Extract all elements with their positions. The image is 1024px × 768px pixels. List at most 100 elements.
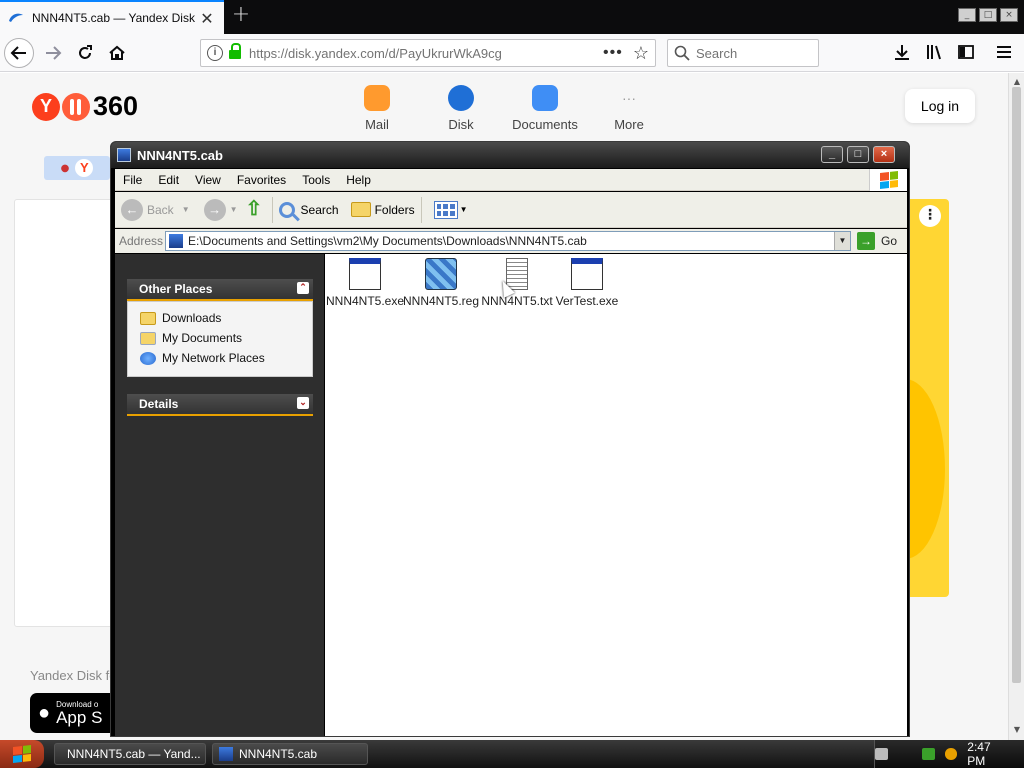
details-header[interactable]: Details ⌄ xyxy=(127,394,313,416)
kebab-menu-icon[interactable]: ⋮ xyxy=(919,205,941,227)
folder-icon xyxy=(140,311,156,325)
forward-nav-button[interactable]: → ▼ xyxy=(203,198,238,221)
app-documents[interactable]: Documents xyxy=(505,85,585,132)
yandex-browser-badge[interactable]: ● Y xyxy=(44,156,110,180)
menu-tools[interactable]: Tools xyxy=(294,173,338,187)
maximize-icon[interactable]: □ xyxy=(979,8,997,22)
place-downloads[interactable]: Downloads xyxy=(140,308,312,328)
file-item[interactable]: NNN4NT5.reg xyxy=(401,258,481,308)
scroll-thumb[interactable] xyxy=(1012,87,1021,683)
browser-tab-active[interactable]: NNN4NT5.cab — Yandex Disk ✕ xyxy=(0,0,224,34)
explorer-title-bar[interactable]: NNN4NT5.cab _ □ × xyxy=(111,142,909,168)
folders-icon xyxy=(350,202,371,217)
home-button[interactable] xyxy=(102,38,132,68)
taskbar-item-explorer[interactable]: NNN4NT5.cab xyxy=(212,743,368,765)
app-more[interactable]: ··· More xyxy=(589,85,669,132)
go-button[interactable]: → Go xyxy=(857,232,897,250)
cab-file-icon xyxy=(117,148,131,162)
folders-button[interactable]: Folders xyxy=(350,202,415,217)
new-tab-button[interactable]: + xyxy=(230,4,252,28)
window-close-icon[interactable]: × xyxy=(1000,8,1018,22)
scroll-up-icon[interactable]: ▲ xyxy=(1012,77,1022,86)
mail-icon xyxy=(364,85,390,111)
file-item[interactable]: NNN4NT5.exe xyxy=(325,258,405,308)
logo-text: 360 xyxy=(93,91,139,121)
explorer-maximize-button[interactable]: □ xyxy=(847,146,869,163)
views-icon xyxy=(433,200,458,219)
menu-edit[interactable]: Edit xyxy=(150,173,187,187)
menu-view[interactable]: View xyxy=(187,173,229,187)
explorer-window: NNN4NT5.cab _ □ × File Edit View Favorit… xyxy=(110,141,910,737)
library-icon[interactable] xyxy=(924,43,944,63)
url-text[interactable]: https://disk.yandex.com/d/PayUkrurWkA9cg xyxy=(249,46,603,61)
toolbar-separator xyxy=(271,196,273,223)
go-label: Go xyxy=(881,234,898,248)
menu-help[interactable]: Help xyxy=(338,173,379,187)
search-tray-icon[interactable] xyxy=(944,748,958,760)
expand-chevron-icon[interactable]: ⌄ xyxy=(297,397,309,409)
collapse-chevron-icon[interactable]: ⌃ xyxy=(297,282,309,294)
downloads-icon[interactable] xyxy=(892,43,912,63)
place-my-network-places[interactable]: My Network Places xyxy=(140,348,312,368)
app-disk[interactable]: Disk xyxy=(421,85,501,132)
forward-button[interactable] xyxy=(38,38,68,68)
address-input[interactable]: E:\Documents and Settings\vm2\My Documen… xyxy=(165,231,851,251)
app-mail[interactable]: Mail xyxy=(337,85,417,132)
cab-file-small-icon xyxy=(169,234,183,248)
minimize-icon[interactable]: _ xyxy=(958,8,976,22)
menu-file[interactable]: File xyxy=(115,173,150,187)
yandex-360-logo[interactable]: Y 360 xyxy=(32,91,138,122)
yandex-disk-favicon-icon xyxy=(9,13,23,22)
registry-icon xyxy=(425,258,457,290)
up-folder-icon[interactable]: ⇧ xyxy=(246,199,266,220)
file-item[interactable]: NNN4NT5.txt xyxy=(477,258,557,308)
forward-dropdown-icon[interactable]: ▼ xyxy=(230,205,238,214)
hamburger-menu-icon[interactable] xyxy=(994,43,1014,63)
address-dropdown-icon[interactable]: ▼ xyxy=(834,232,850,250)
taskbar: NNN4NT5.cab — Yand... NNN4NT5.cab 2:47 P… xyxy=(0,740,1024,768)
back-nav-button[interactable]: ← Back ▼ xyxy=(121,198,190,221)
keyboard-tray-icon[interactable] xyxy=(875,748,888,760)
search-button[interactable]: Search xyxy=(278,201,339,218)
network-icon xyxy=(140,351,156,365)
explorer-minimize-button[interactable]: _ xyxy=(821,146,843,163)
close-tab-icon[interactable]: ✕ xyxy=(198,9,216,28)
site-info-icon[interactable]: i xyxy=(207,45,223,61)
search-input[interactable]: Search xyxy=(667,39,819,67)
explorer-close-button[interactable]: × xyxy=(873,146,895,163)
url-bar[interactable]: i https://disk.yandex.com/d/PayUkrurWkA9… xyxy=(200,39,656,67)
login-button[interactable]: Log in xyxy=(905,89,975,123)
views-dropdown-icon: ▼ xyxy=(459,205,468,214)
file-item[interactable]: VerTest.exe xyxy=(547,258,627,308)
app-disk-label: Disk xyxy=(448,117,474,132)
page-scrollbar[interactable]: ▲ ▼ xyxy=(1008,73,1024,740)
other-places-header[interactable]: Other Places ⌃ xyxy=(127,279,313,301)
network-tray-icon[interactable] xyxy=(921,748,935,760)
views-button[interactable]: ▼ xyxy=(428,200,468,219)
taskbar-item-firefox-label: NNN4NT5.cab — Yand... xyxy=(67,747,201,761)
start-button[interactable] xyxy=(0,740,44,768)
explorer-toolbar: ← Back ▼ → ▼ ⇧ Search Folders ▼ xyxy=(115,192,907,228)
page-actions-icon[interactable]: ••• xyxy=(603,44,623,62)
place-downloads-label: Downloads xyxy=(162,311,222,325)
bookmark-star-icon[interactable]: ☆ xyxy=(633,43,649,64)
menu-favorites[interactable]: Favorites xyxy=(229,173,294,187)
windows-logo-icon xyxy=(13,745,31,763)
place-my-documents[interactable]: My Documents xyxy=(140,328,312,348)
folders-label: Folders xyxy=(374,202,415,217)
back-dropdown-icon[interactable]: ▼ xyxy=(182,205,190,214)
other-places-title: Other Places xyxy=(139,282,213,296)
file-name: NNN4NT5.txt xyxy=(481,294,553,308)
back-button[interactable] xyxy=(4,38,34,68)
place-my-documents-label: My Documents xyxy=(162,331,243,345)
home-icon xyxy=(109,45,125,60)
sidebar-icon[interactable] xyxy=(956,43,976,63)
taskbar-item-firefox[interactable]: NNN4NT5.cab — Yand... xyxy=(54,743,206,765)
appstore-big-text: App S xyxy=(56,707,103,727)
reload-button[interactable] xyxy=(70,38,100,68)
secure-lock-icon[interactable] xyxy=(229,43,241,59)
explorer-title: NNN4NT5.cab xyxy=(137,147,223,163)
scroll-down-icon[interactable]: ▼ xyxy=(1012,725,1022,734)
toolbar-separator xyxy=(420,196,422,223)
other-places-body: Downloads My Documents My Network Places xyxy=(127,301,313,377)
